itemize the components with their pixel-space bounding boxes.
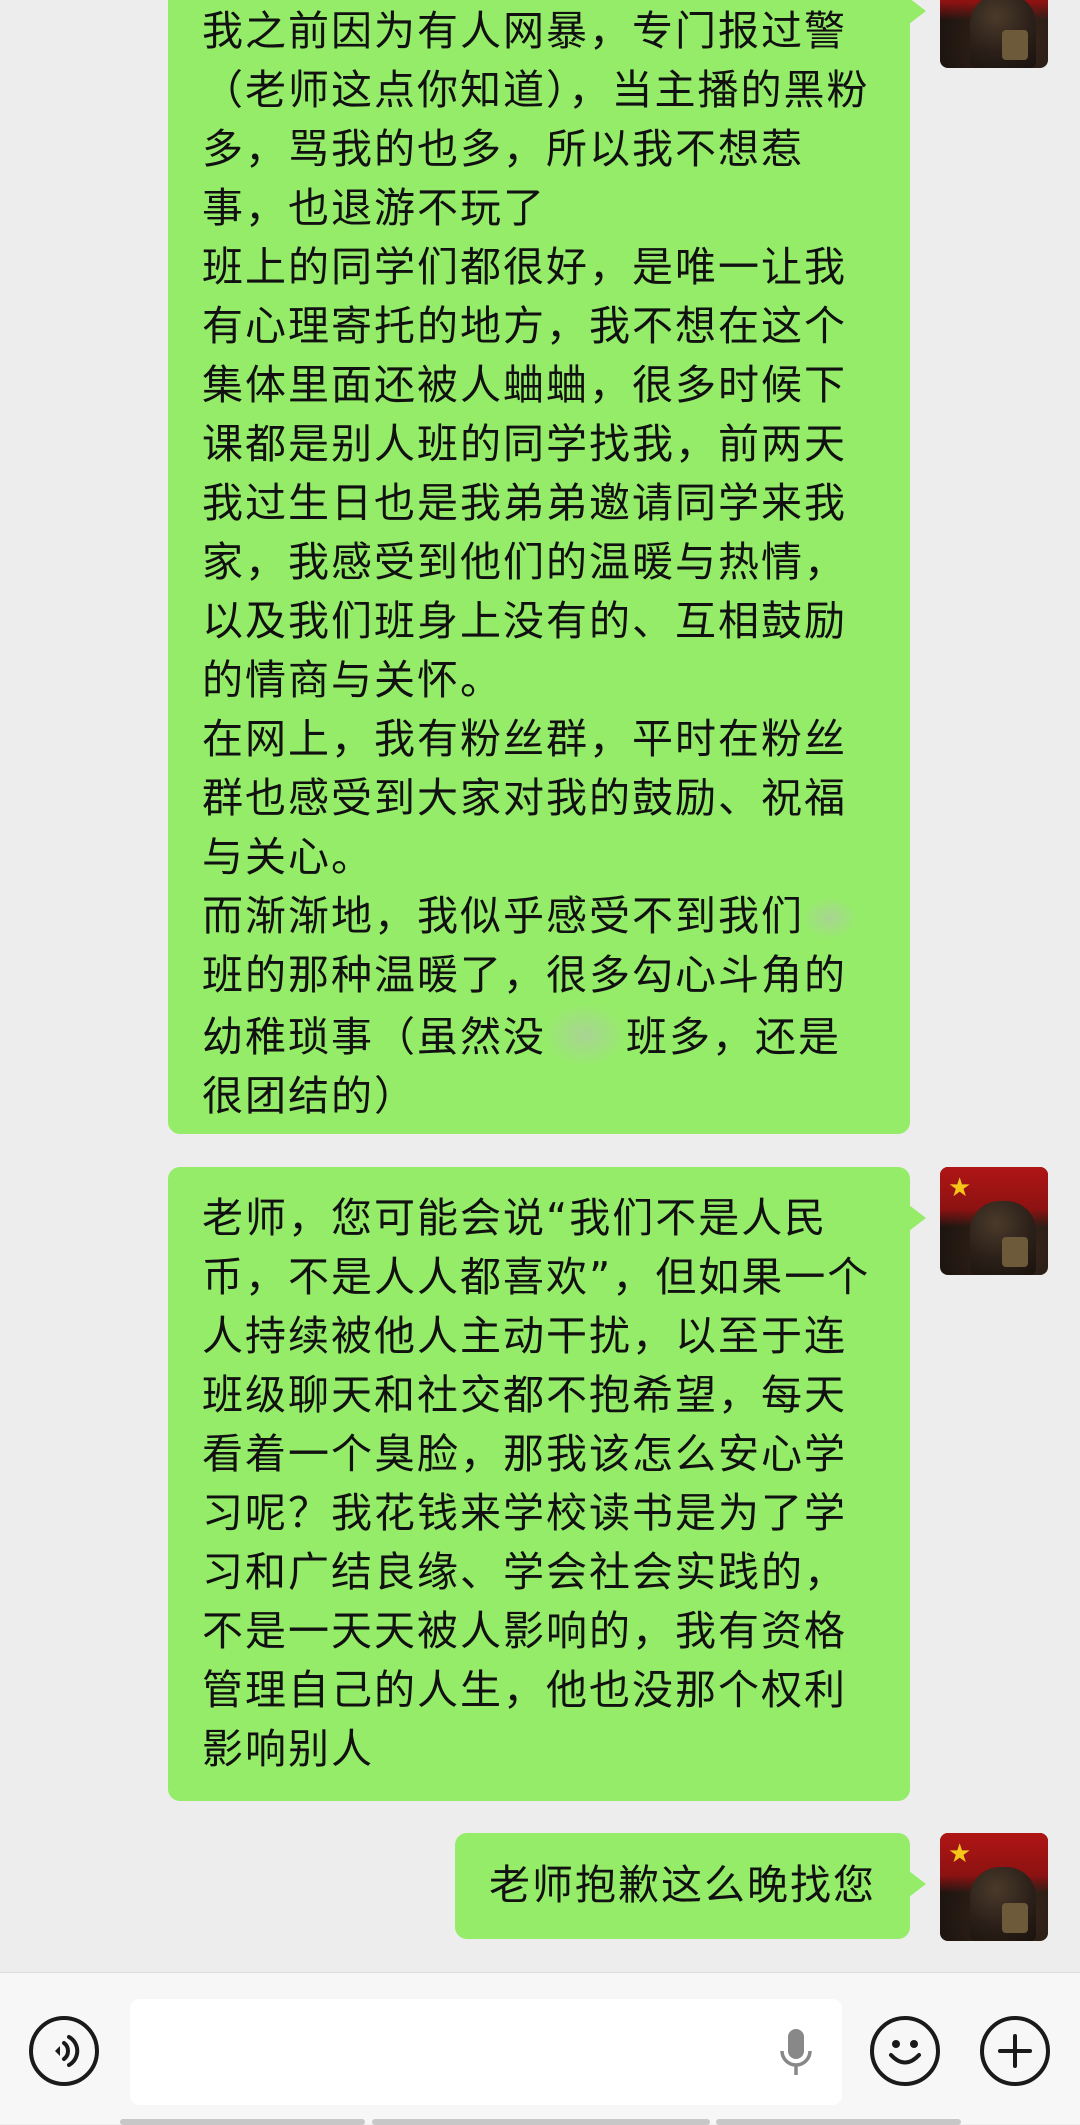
- chat-message-list[interactable]: 我之前因为有人网暴，专门报过警（老师这点你知道），当主播的黑粉多，骂我的也多，所…: [0, 0, 1080, 1972]
- plus-icon[interactable]: [980, 2016, 1050, 2086]
- message-text: 老师抱歉这么晚找您: [489, 1861, 876, 1909]
- blurred-redaction: [546, 1005, 624, 1065]
- message-row: 老师抱歉这么晚找您 ★: [455, 1833, 1048, 1941]
- star-icon: ★: [948, 1173, 972, 1203]
- message-bubble[interactable]: 老师，您可能会说“我们不是人民币，不是人人都喜欢”，但如果一个人持续被他人主动干…: [168, 1167, 926, 1801]
- message-text: 我之前因为有人网暴，专门报过警（老师这点你知道），当主播的黑粉多，骂我的也多，所…: [202, 7, 870, 940]
- message-row: 老师，您可能会说“我们不是人民币，不是人人都喜欢”，但如果一个人持续被他人主动干…: [168, 1167, 1048, 1801]
- avatar-item: [1002, 30, 1028, 60]
- avatar[interactable]: ★: [940, 1167, 1048, 1275]
- blurred-redaction: [804, 898, 856, 938]
- avatar-item: [1002, 1237, 1028, 1267]
- voice-mode-icon[interactable]: [29, 2016, 99, 2086]
- microphone-icon[interactable]: [776, 2027, 816, 2079]
- avatar-item: [1002, 1903, 1028, 1933]
- gesture-bar: [372, 2119, 710, 2125]
- message-text: 老师，您可能会说“我们不是人民币，不是人人都喜欢”，但如果一个人持续被他人主动干…: [202, 1194, 871, 1773]
- emoji-icon[interactable]: [870, 2016, 940, 2086]
- gesture-bar: [716, 2119, 961, 2125]
- message-bubble[interactable]: 老师抱歉这么晚找您: [455, 1833, 926, 1939]
- star-icon: ★: [948, 1839, 972, 1869]
- input-bar: [0, 1972, 1080, 2125]
- message-input[interactable]: [130, 1999, 842, 2105]
- message-row: 我之前因为有人网暴，专门报过警（老师这点你知道），当主播的黑粉多，骂我的也多，所…: [168, 0, 1048, 1134]
- avatar[interactable]: [940, 0, 1048, 68]
- gesture-bar: [120, 2119, 365, 2125]
- avatar[interactable]: ★: [940, 1833, 1048, 1941]
- message-bubble[interactable]: 我之前因为有人网暴，专门报过警（老师这点你知道），当主播的黑粉多，骂我的也多，所…: [168, 0, 926, 1134]
